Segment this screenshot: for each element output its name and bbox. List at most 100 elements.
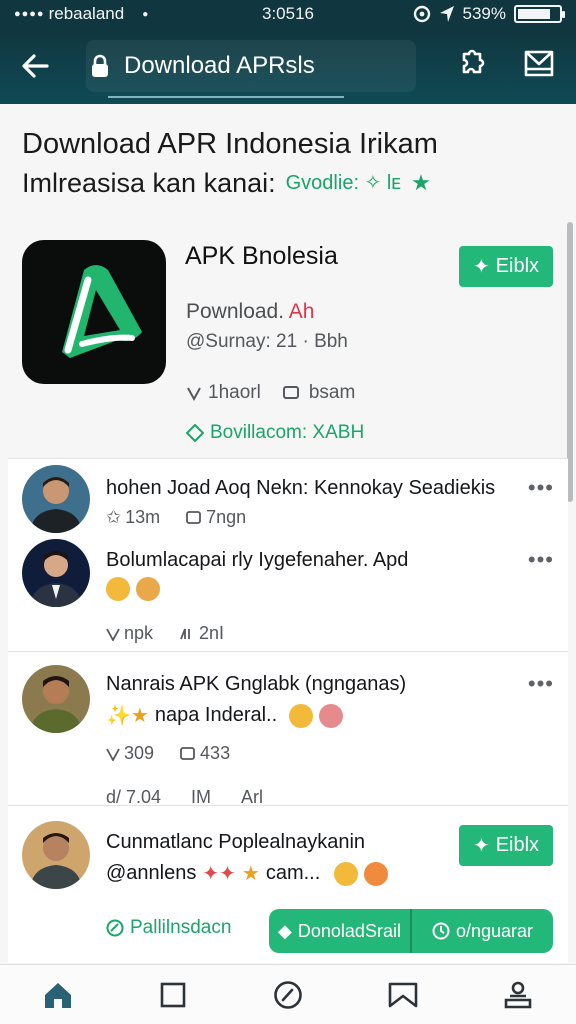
headline-subtitle-row: Imlreasisa kan kanai: Gvodlie: ✧ lᴇ ★	[22, 166, 562, 200]
app-stat-comments: bsam	[282, 382, 356, 404]
feed-item[interactable]: Nanrais APK Gnglabk (ngnganas) ••• ✨★ na…	[8, 655, 568, 807]
post-text: napa Inderal..	[154, 704, 278, 726]
app-logo[interactable]	[22, 240, 166, 384]
comment-icon	[180, 746, 195, 760]
feed-list: hohen Joad Aoq Nekn: Kennokay Seadiekis …	[8, 458, 568, 963]
avatar[interactable]	[22, 465, 90, 533]
download-label: DonoladSrail	[297, 920, 401, 941]
install-button[interactable]: ✦ Eiblx	[459, 246, 553, 287]
meta-value: 309	[124, 743, 155, 763]
laugh-emoji-icon	[106, 577, 130, 601]
angry-emoji-icon	[319, 703, 344, 728]
comment-icon	[282, 386, 299, 399]
avatar[interactable]	[22, 665, 90, 733]
meta-stat: 433	[180, 743, 230, 764]
more-options-icon[interactable]: •••	[528, 475, 554, 501]
nav-apps[interactable]	[143, 965, 203, 1024]
heart-eyes-emoji-icon	[364, 861, 389, 886]
title-underline	[108, 96, 344, 98]
guard-button[interactable]: o/nguarar	[412, 909, 553, 953]
star-icon: ★	[241, 863, 260, 885]
headline-subtitle: Imlreasisa kan kanai:	[22, 168, 276, 198]
feed-item[interactable]: Bolumlacapai rly Iygefenaher. Apd ••• np…	[8, 537, 568, 649]
secondary-link-label: Pallilnsdacn	[130, 917, 232, 938]
home-icon	[44, 982, 71, 1008]
app-name: APK Bnolesia	[185, 242, 338, 270]
download-split-button: ◆ DonoladSrail o/nguarar	[269, 909, 553, 953]
sparkle-icon: ✩	[106, 507, 122, 527]
install-button[interactable]: ✦ Eiblx	[459, 825, 553, 866]
app-download-link[interactable]: Bovillacom: XABH	[186, 422, 364, 444]
post-meta: ✩ 13m 7ngn	[106, 507, 246, 528]
app-size-line: @Surnay: 21 · Bbh	[186, 331, 348, 352]
status-bar: ●●●● rebaaland ● 3:0516 539%	[0, 0, 576, 28]
download-diamond-icon	[186, 424, 204, 442]
app-download-label: Bovillacom: XABH	[210, 422, 365, 443]
nav-explore[interactable]	[258, 965, 318, 1024]
post-meta: 309 433	[106, 743, 230, 764]
install-label: Eiblx	[495, 255, 540, 277]
battery-percent: 539%	[462, 4, 506, 23]
headline: Download APR Indonesia Irikam Imlreasisa…	[22, 126, 562, 200]
inbox-button[interactable]	[513, 34, 565, 94]
sparkle-icon: ✦✦	[202, 863, 236, 885]
nav-profile[interactable]	[488, 965, 548, 1024]
meta-stat: npk	[106, 623, 153, 644]
post-title: hohen Joad Aoq Nekn: Kennokay Seadiekis	[106, 477, 496, 499]
divider	[8, 651, 568, 652]
back-button[interactable]	[0, 28, 70, 104]
meta-value: 7ngn	[206, 507, 247, 527]
meta-stat: 7ngn	[186, 507, 246, 528]
avatar[interactable]	[22, 821, 90, 889]
smile-emoji-icon	[289, 703, 314, 728]
square-icon	[160, 982, 186, 1007]
heart-icon	[106, 628, 120, 641]
clock-icon	[432, 922, 450, 940]
app-stat2: bsam	[308, 382, 356, 403]
title-search-field[interactable]: Download APRsls	[86, 40, 416, 98]
app-stat-likes: 1haorl	[186, 382, 261, 404]
headline-tagline: Gvodlie: ✧ lᴇ	[285, 172, 402, 194]
heart-icon	[106, 748, 120, 761]
meta-stat: 2nI	[179, 623, 224, 644]
post-title: Cunmatlanc Poplealnaykanin	[106, 831, 366, 853]
page-title: Download APRsls	[124, 52, 315, 79]
inbox-icon	[524, 50, 554, 77]
bookmark-icon	[388, 982, 418, 1007]
nav-home[interactable]	[28, 965, 88, 1024]
lock-icon	[90, 52, 110, 80]
location-icon	[439, 6, 454, 22]
app-subtitle: Pownload. Ah	[186, 300, 314, 324]
money-emoji-icon	[136, 577, 160, 601]
bolt-icon: ✦	[472, 256, 490, 278]
puzzle-button[interactable]	[445, 34, 497, 94]
reaction-row: @annlens ✦✦ ★ cam...	[106, 861, 389, 886]
app-subtitle-prefix: Pownload.	[186, 300, 285, 323]
install-label: Eiblx	[495, 834, 540, 856]
diamond-icon: ◆	[278, 920, 292, 941]
app-stat1: 1haorl	[208, 382, 261, 403]
status-right: 539%	[413, 4, 565, 24]
heart-icon	[187, 387, 201, 401]
more-options-icon[interactable]: •••	[528, 547, 554, 573]
download-button[interactable]: ◆ DonoladSrail	[269, 909, 410, 953]
meta-stat: ✩ 13m	[106, 507, 160, 528]
feed-item[interactable]: hohen Joad Aoq Nekn: Kennokay Seadiekis …	[8, 459, 568, 539]
bottom-actions: Pallilnsdacn ◆ DonoladSrail o/nguarar	[8, 909, 568, 953]
headline-title: Download APR Indonesia Irikam	[22, 128, 438, 160]
post-handle: @annlens	[106, 862, 197, 884]
app-logo-icon	[62, 265, 142, 358]
laugh-emoji-icon	[334, 861, 359, 886]
reaction-row: ✨★ napa Inderal..	[106, 703, 344, 728]
secondary-link[interactable]: Pallilnsdacn	[106, 917, 231, 939]
post-title: Nanrais APK Gnglabk (ngnganas)	[106, 673, 407, 695]
nav-saved[interactable]	[373, 965, 433, 1024]
avatar[interactable]	[22, 539, 90, 607]
meta-value: npk	[124, 623, 154, 643]
divider	[8, 805, 568, 806]
meta-value: 433	[200, 743, 231, 763]
sync-icon	[413, 5, 430, 23]
back-arrow-icon	[22, 54, 49, 78]
post-text: cam...	[265, 862, 321, 884]
more-options-icon[interactable]: •••	[528, 671, 554, 697]
